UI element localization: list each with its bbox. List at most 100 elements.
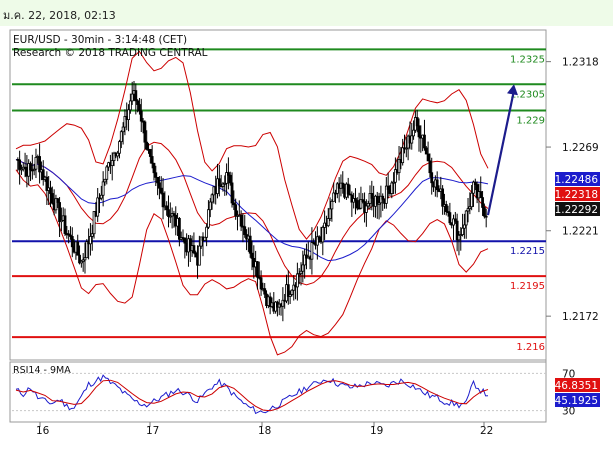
candle-body [330, 200, 334, 210]
header-date-time: ม.ค. 22, 2018, 02:13 [3, 9, 116, 22]
y-tick-label: 1.2172 [562, 311, 599, 323]
price-chart: ม.ค. 22, 2018, 02:13 1.23251.23051.2291.… [0, 0, 613, 437]
candle-body [370, 193, 374, 199]
rsi-signal-line [15, 379, 489, 412]
candle-body [148, 148, 152, 157]
candle-body [228, 174, 232, 184]
candle-body [290, 289, 294, 295]
candle-body [464, 210, 468, 226]
projection-arrow-line [486, 90, 516, 216]
candle-body [205, 226, 209, 238]
candle-body [226, 172, 230, 176]
candle-body [444, 204, 448, 212]
candle-body [424, 147, 428, 155]
candle-body [118, 141, 121, 154]
candle-body [58, 202, 61, 223]
candle-body [263, 288, 267, 295]
candle-body [317, 236, 321, 240]
candle-body [208, 201, 212, 211]
candle-body [203, 236, 207, 241]
candle-body [210, 194, 214, 203]
candle-body [248, 235, 252, 254]
candle-body [243, 226, 247, 235]
candle-body [481, 197, 484, 208]
candle-body [136, 100, 140, 105]
candle-body [49, 187, 52, 194]
candle-body [417, 125, 421, 138]
price-badge-label: 1.22318 [555, 189, 598, 201]
candle-body [99, 194, 103, 199]
candle-body [29, 163, 32, 171]
candle-body [121, 126, 125, 133]
candle-body [482, 207, 486, 217]
x-tick-label: 17 [146, 425, 159, 437]
candle-body [479, 191, 483, 198]
candle-body [250, 252, 254, 259]
x-tick-label: 16 [36, 425, 50, 437]
candle-body [18, 159, 22, 170]
candle-body [426, 153, 430, 162]
candle-body [412, 129, 415, 137]
candle-body [415, 117, 419, 127]
candle-body [207, 209, 210, 228]
chart-screenshot: ม.ค. 22, 2018, 02:13 1.2325 1.2305 1.229 1.… [0, 0, 613, 446]
support-level-1-label: 1.2195 [510, 281, 545, 292]
candle-body [139, 110, 143, 122]
x-tick-label: 18 [258, 425, 271, 437]
candle-body [50, 193, 54, 204]
candle-body [428, 160, 432, 174]
rsi-line [15, 374, 489, 415]
candle-body [192, 245, 196, 254]
candle-body [441, 188, 445, 207]
rsi-title: RSI14 - 9MA [13, 365, 71, 376]
candle-body [410, 135, 414, 144]
candle-body [448, 212, 452, 224]
candle-body [152, 162, 156, 174]
candle-body [161, 192, 165, 208]
candle-body [381, 195, 385, 200]
price-badge-label: 1.22292 [555, 204, 598, 216]
candle-body [230, 182, 234, 204]
candle-body [110, 160, 114, 167]
candle-body [96, 197, 100, 217]
y-tick-label: 1.2269 [562, 142, 599, 154]
rsi-level-label: 30 [562, 406, 575, 418]
candle-body [63, 215, 67, 234]
candle-body [346, 183, 350, 195]
candle-body [130, 93, 134, 102]
candle-body [430, 172, 434, 184]
candle-body [156, 176, 160, 184]
rsi-badge-label: 45.1925 [555, 395, 598, 407]
candle-body [34, 157, 38, 170]
resistance-level-1-label: 1.2325 [510, 54, 545, 65]
candle-body [128, 100, 132, 111]
candle-body [154, 172, 158, 178]
candle-body [461, 227, 464, 235]
candle-body [134, 90, 138, 102]
candle-body [484, 215, 488, 218]
y-tick-label: 1.2318 [562, 57, 599, 69]
candle-body [326, 218, 330, 227]
rsi-badge-label: 46.8351 [555, 380, 598, 392]
candles-layer [16, 80, 518, 322]
candle-body [435, 179, 439, 191]
candle-body [197, 245, 201, 266]
chart-title: EUR/USD - 30min - 3:14:48 (CET) [13, 34, 187, 46]
bands-layer [15, 50, 489, 356]
candle-body [150, 156, 154, 164]
candle-body [217, 178, 221, 187]
candle-body [56, 198, 60, 203]
candle-body [159, 187, 163, 194]
candle-body [470, 192, 474, 208]
pivot-level-label: 1.2215 [510, 246, 545, 257]
price-badges-layer: 1.22486 1.22318 1.22292 [555, 172, 600, 216]
candle-body [390, 182, 394, 194]
price-panel-frame [9, 29, 547, 361]
candle-body [158, 182, 161, 189]
chart-credit: Research © 2018 TRADING CENTRAL [13, 47, 208, 59]
candle-body [341, 182, 345, 189]
candle-body [256, 261, 259, 278]
candle-body [90, 233, 94, 237]
x-tick-label: 22 [480, 425, 493, 437]
candle-body [194, 252, 198, 258]
